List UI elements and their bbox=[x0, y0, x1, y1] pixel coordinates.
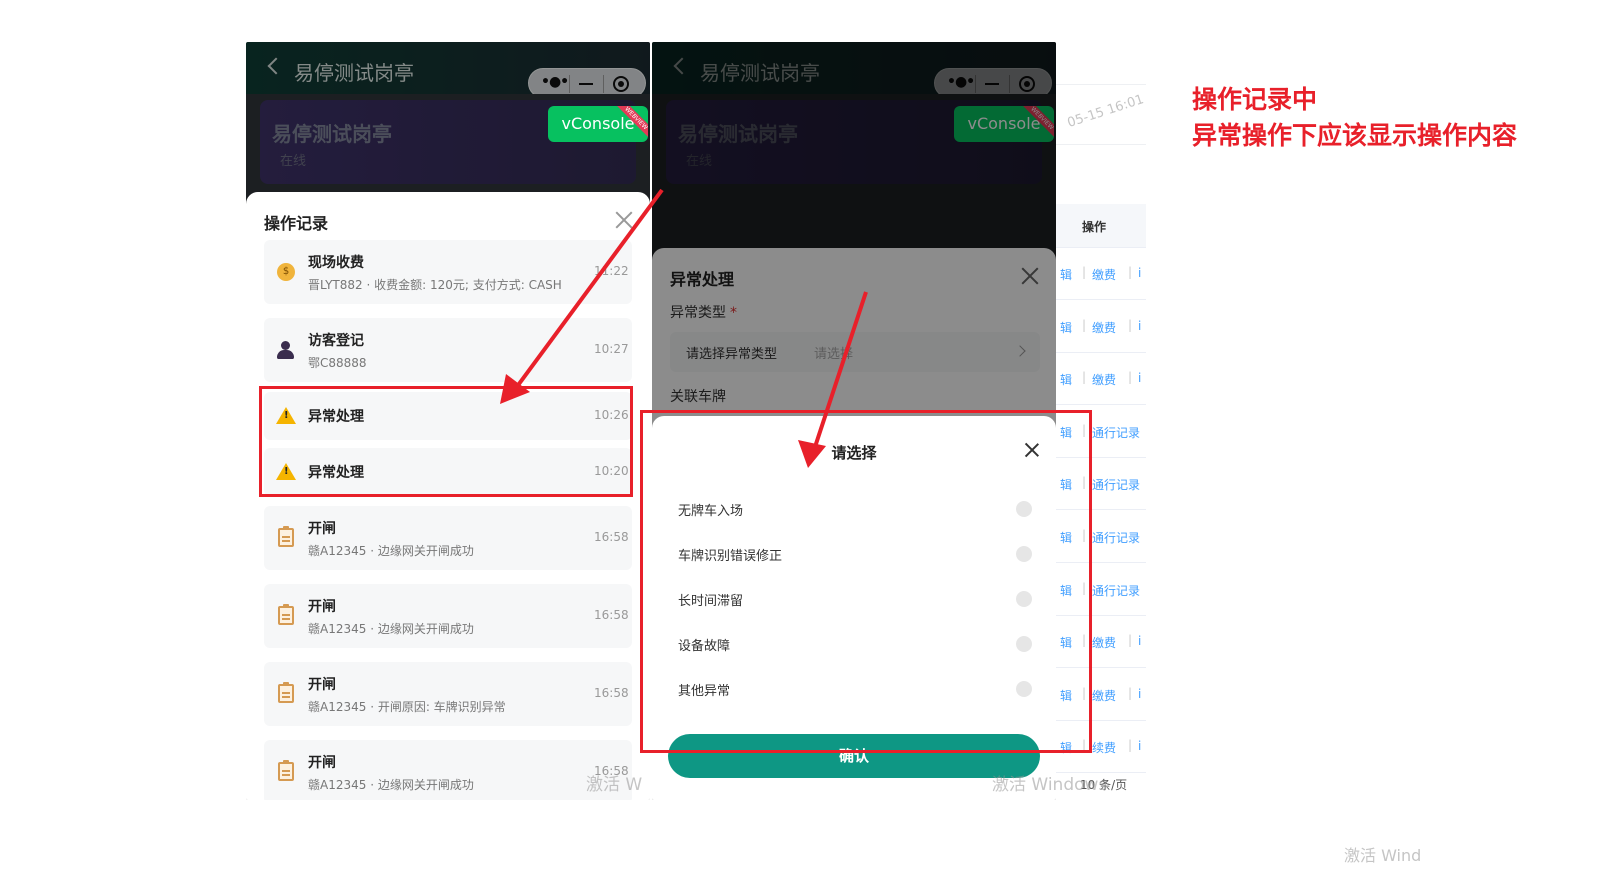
more-link[interactable]: i bbox=[1138, 266, 1141, 280]
log-item-name: 现场收费 bbox=[308, 255, 364, 271]
edit-link[interactable]: 辑 bbox=[1060, 319, 1072, 336]
divider: | bbox=[1128, 633, 1133, 648]
table-row: 辑 | 缴费 | i bbox=[1056, 301, 1146, 353]
action-link[interactable]: 通行记录 bbox=[1092, 582, 1140, 599]
log-item-time: 16:58 bbox=[594, 608, 629, 622]
faint-timestamp: 05-15 16:01 bbox=[1065, 92, 1146, 131]
log-item-time: 16:58 bbox=[594, 530, 629, 544]
log-item[interactable]: $ 现场收费晋LYT882 · 收费金额: 120元; 支付方式: CASH 11:… bbox=[264, 240, 632, 304]
vconsole-label: vConsole bbox=[561, 114, 635, 133]
divider: | bbox=[1082, 317, 1087, 332]
highlight-box-log bbox=[259, 386, 633, 497]
divider: | bbox=[1128, 317, 1133, 332]
action-link[interactable]: 通行记录 bbox=[1092, 424, 1140, 441]
log-item-desc: 晋LYT882 · 收费金额: 120元; 支付方式: CASH bbox=[308, 278, 562, 292]
log-item[interactable]: 访客登记鄂C88888 10:27 bbox=[264, 318, 632, 382]
action-link[interactable]: 缴费 bbox=[1092, 319, 1116, 336]
divider: | bbox=[1082, 265, 1087, 279]
log-item-desc: 赣A12345 · 边缘网关开闸成功 bbox=[308, 778, 474, 792]
page-size-select[interactable]: 10 条/页 bbox=[1080, 776, 1127, 793]
log-item-name: 开闸 bbox=[308, 677, 336, 693]
action-link[interactable]: 缴费 bbox=[1092, 687, 1116, 704]
log-item-time: 10:27 bbox=[594, 342, 629, 356]
more-link[interactable]: i bbox=[1138, 687, 1141, 701]
vconsole-button[interactable]: vConsole WEBVIEW bbox=[548, 106, 648, 142]
action-link[interactable]: 缴费 bbox=[1092, 266, 1116, 283]
close-icon[interactable] bbox=[614, 210, 634, 230]
log-item[interactable]: 开闸赣A12345 · 边缘网关开闸成功 16:58 bbox=[264, 584, 632, 648]
log-item-time: 16:58 bbox=[594, 764, 629, 778]
annotation-line-2: 异常操作下应该显示操作内容 bbox=[1192, 121, 1518, 150]
divider: | bbox=[1082, 370, 1087, 385]
action-link[interactable]: 续费 bbox=[1092, 739, 1116, 756]
log-item[interactable]: 开闸赣A12345 · 开闸原因: 车牌识别异常 16:58 bbox=[264, 662, 632, 726]
action-link[interactable]: 通行记录 bbox=[1092, 476, 1140, 493]
clipboard-icon bbox=[276, 682, 296, 704]
divider: | bbox=[1128, 738, 1133, 753]
log-item-name: 开闸 bbox=[308, 599, 336, 615]
log-item-time: 16:58 bbox=[594, 686, 629, 700]
clipboard-icon bbox=[276, 604, 296, 626]
clipboard-icon bbox=[276, 760, 296, 782]
action-link[interactable]: 缴费 bbox=[1092, 634, 1116, 651]
clipboard-icon bbox=[276, 526, 296, 548]
user-icon bbox=[276, 340, 296, 360]
log-item[interactable]: 开闸赣A12345 · 边缘网关开闸成功 16:58 bbox=[264, 506, 632, 570]
annotation-line-1: 操作记录中 bbox=[1192, 85, 1318, 114]
log-item-desc: 赣A12345 · 边缘网关开闸成功 bbox=[308, 544, 474, 558]
edit-link[interactable]: 辑 bbox=[1060, 371, 1072, 388]
divider: | bbox=[1128, 685, 1133, 700]
more-link[interactable]: i bbox=[1138, 371, 1141, 385]
windows-watermark: 激活 Wind bbox=[1344, 846, 1422, 865]
table-row: 辑 | 缴费 | i bbox=[1056, 248, 1146, 300]
log-item-name: 访客登记 bbox=[308, 333, 364, 349]
divider: | bbox=[1128, 265, 1133, 279]
log-item-desc: 赣A12345 · 边缘网关开闸成功 bbox=[308, 622, 474, 636]
more-link[interactable]: i bbox=[1138, 319, 1141, 333]
highlight-box-picker bbox=[640, 410, 1092, 753]
log-item-time: 11:22 bbox=[594, 264, 629, 278]
more-link[interactable]: i bbox=[1138, 634, 1141, 648]
divider: | bbox=[1128, 370, 1133, 385]
log-item-name: 开闸 bbox=[308, 755, 336, 771]
table-header: 操作 bbox=[1056, 204, 1146, 248]
action-link[interactable]: 缴费 bbox=[1092, 371, 1116, 388]
log-item[interactable]: 开闸赣A12345 · 边缘网关开闸成功 16:58 bbox=[264, 740, 632, 800]
action-link[interactable]: 通行记录 bbox=[1092, 529, 1140, 546]
edit-link[interactable]: 辑 bbox=[1060, 266, 1072, 283]
table-row: 辑 | 缴费 | i bbox=[1056, 353, 1146, 406]
coin-icon: $ bbox=[276, 262, 296, 282]
log-item-desc: 赣A12345 · 开闸原因: 车牌识别异常 bbox=[308, 700, 506, 714]
log-item-desc: 鄂C88888 bbox=[308, 356, 367, 370]
sheet-title: 操作记录 bbox=[264, 214, 329, 233]
column-header-actions: 操作 bbox=[1082, 220, 1107, 234]
more-link[interactable]: i bbox=[1138, 739, 1141, 753]
log-item-name: 开闸 bbox=[308, 521, 336, 537]
